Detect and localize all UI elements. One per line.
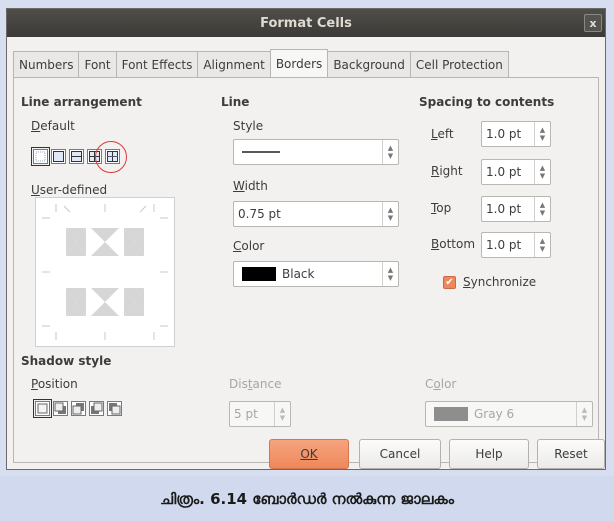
spacing-bottom-label: Bottom (431, 237, 476, 251)
spacing-left-value: 1.0 pt (486, 127, 522, 141)
tab-numbers[interactable]: Numbers (13, 51, 80, 77)
spacing-right-value: 1.0 pt (486, 165, 522, 179)
tab-cell-protection[interactable]: Cell Protection (409, 51, 509, 77)
shadow-style-heading: Shadow style (21, 354, 112, 368)
spacing-left-stepper-icon[interactable]: ▲ ▼ (534, 122, 550, 146)
figure-caption: ചിത്രം. 6.14 ബോർഡർ നൽകുന്ന ജാലകം (0, 476, 614, 521)
ok-button[interactable]: OK (269, 439, 349, 469)
shadow-color-label: Color (425, 377, 457, 391)
spacing-right-field[interactable]: 1.0 pt ▲ ▼ (481, 159, 551, 185)
width-field[interactable]: 0.75 pt ▲ ▼ (233, 201, 399, 227)
checkmark-icon: ✔ (445, 277, 454, 288)
line-style-preview (242, 151, 280, 153)
spacing-top-value: 1.0 pt (486, 202, 522, 216)
distance-label: Distance (229, 377, 282, 391)
distance-stepper-icon[interactable]: ▲ ▼ (274, 402, 290, 426)
annotation-circle (95, 141, 127, 173)
line-color-select[interactable]: Black ▲ ▼ (233, 261, 399, 287)
shadow-position-presets (33, 399, 122, 418)
spacing-right-stepper-icon[interactable]: ▲ ▼ (534, 160, 550, 184)
position-label: Position (31, 377, 78, 391)
window-title: Format Cells (260, 15, 352, 31)
user-defined-label: User-defined (31, 183, 108, 197)
synchronize-label: Synchronize (463, 275, 537, 289)
shadow-none-icon[interactable] (33, 399, 52, 418)
tab-borders[interactable]: Borders (269, 49, 329, 77)
title-bar: Format Cells x (7, 9, 605, 37)
width-stepper-icon[interactable]: ▲ ▼ (382, 202, 398, 226)
color-label: Color (233, 239, 265, 253)
spacing-heading: Spacing to contents (419, 95, 555, 109)
preset-no-borders-icon[interactable] (31, 147, 50, 166)
width-label: Width (233, 179, 268, 193)
help-button[interactable]: Help (449, 439, 529, 469)
default-label: Default (31, 119, 75, 133)
spacing-top-field[interactable]: 1.0 pt ▲ ▼ (481, 196, 551, 222)
spacing-right-label: Right (431, 164, 463, 178)
shadow-bottom-right-icon[interactable] (53, 401, 68, 416)
tab-bar: Numbers Font Font Effects Alignment Bord… (13, 49, 509, 77)
distance-field[interactable]: 5 pt ▲ ▼ (229, 401, 291, 427)
synchronize-checkbox[interactable]: ✔ (443, 276, 456, 289)
user-defined-border-preview[interactable] (35, 197, 175, 347)
reset-button[interactable]: Reset (537, 439, 605, 469)
spacing-top-stepper-icon[interactable]: ▲ ▼ (534, 197, 550, 221)
preset-outer-border-icon[interactable] (51, 149, 66, 164)
format-cells-dialog: Format Cells x Numbers Font Font Effects… (6, 8, 606, 470)
line-heading: Line (221, 95, 250, 109)
help-label: Help (475, 447, 503, 461)
tab-font[interactable]: Font (78, 51, 117, 77)
close-icon: x (589, 16, 597, 30)
width-value: 0.75 pt (238, 207, 281, 221)
shadow-color-swatch (434, 407, 468, 421)
distance-value: 5 pt (234, 407, 258, 421)
close-button[interactable]: x (584, 14, 602, 32)
spacing-bottom-field[interactable]: 1.0 pt ▲ ▼ (481, 232, 551, 258)
preset-outer-horizontal-icon[interactable] (69, 149, 84, 164)
line-color-dropdown-icon[interactable]: ▲ ▼ (382, 262, 398, 286)
line-color-value: Black (282, 267, 315, 281)
cancel-label: Cancel (379, 447, 421, 461)
tab-font-effects[interactable]: Font Effects (115, 51, 199, 77)
spacing-left-field[interactable]: 1.0 pt ▲ ▼ (481, 121, 551, 147)
spacing-bottom-value: 1.0 pt (486, 238, 522, 252)
cancel-button[interactable]: Cancel (359, 439, 441, 469)
spacing-left-label: Left (431, 127, 454, 141)
shadow-top-right-icon[interactable] (71, 401, 86, 416)
preview-grid-graphic (42, 204, 168, 340)
style-label: Style (233, 119, 264, 133)
default-label-rest: efault (40, 119, 75, 133)
line-arrangement-heading: Line arrangement (21, 95, 142, 109)
tab-background[interactable]: Background (327, 51, 411, 77)
ok-label: OK (300, 447, 318, 461)
spacing-top-label: Top (431, 201, 452, 215)
tab-alignment[interactable]: Alignment (197, 51, 271, 77)
spacing-bottom-stepper-icon[interactable]: ▲ ▼ (534, 233, 550, 257)
shadow-color-dropdown-icon[interactable]: ▲ ▼ (576, 402, 592, 426)
shadow-bottom-left-icon[interactable] (89, 401, 104, 416)
shadow-color-select[interactable]: Gray 6 ▲ ▼ (425, 401, 593, 427)
line-style-select[interactable]: ▲ ▼ (233, 139, 399, 165)
line-color-swatch (242, 267, 276, 281)
shadow-color-value: Gray 6 (474, 407, 515, 421)
reset-label: Reset (554, 447, 588, 461)
shadow-top-left-icon[interactable] (107, 401, 122, 416)
line-style-dropdown-icon[interactable]: ▲ ▼ (382, 140, 398, 164)
